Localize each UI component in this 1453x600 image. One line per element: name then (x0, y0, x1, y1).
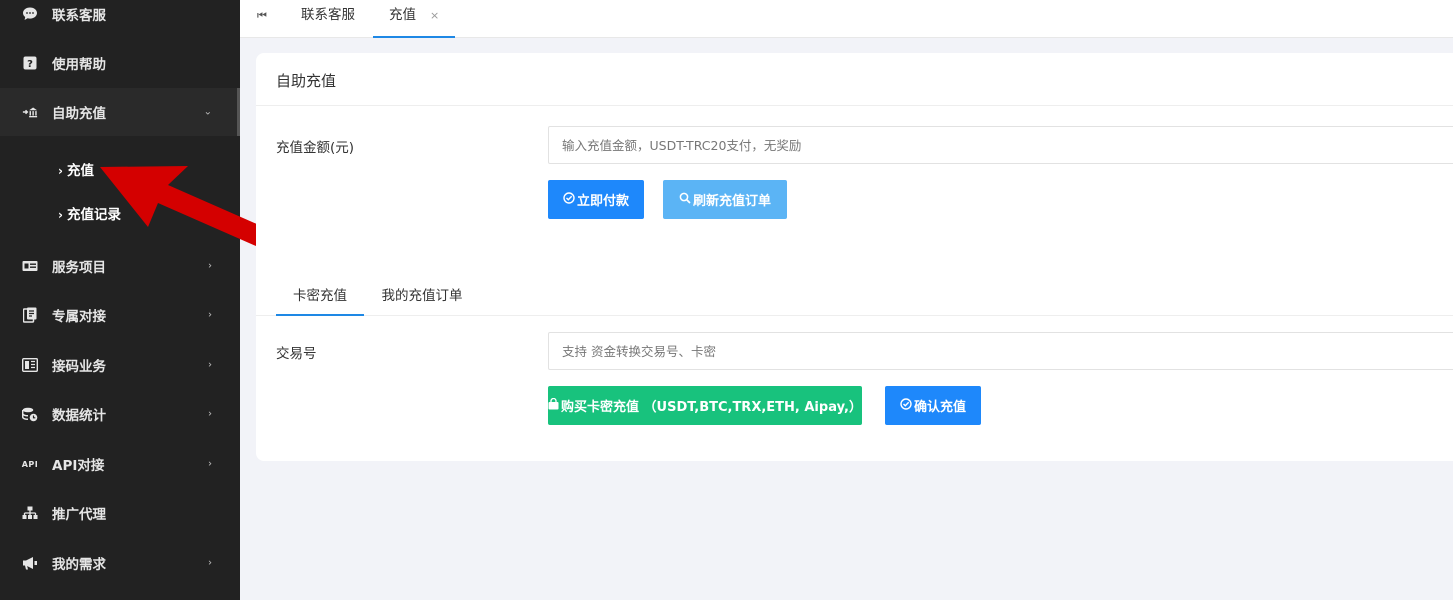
stats-icon (22, 406, 38, 422)
tab-scroll-left-icon[interactable]: ⏮ (257, 9, 267, 23)
shopping-bag-icon (548, 397, 559, 413)
transaction-input[interactable] (548, 332, 1453, 370)
sidebar-item-stats[interactable]: 数据统计 › (0, 390, 240, 438)
sidebar-item-recharge[interactable]: 自助充值 ⌄ (0, 88, 240, 136)
chevron-right-icon: › (208, 260, 212, 272)
sitemap-icon (22, 505, 38, 521)
sidebar-item-label: 我的需求 (52, 557, 106, 573)
sidebar-item-label: 数据统计 (52, 408, 106, 424)
sidebar-subitem-label: 充值记录 (66, 207, 121, 223)
tab-bar: ⏮ 联系客服 充值 × (240, 0, 1453, 38)
sidebar-item-label: 推广代理 (52, 507, 106, 523)
sidebar-item-code-business[interactable]: 接码业务 › (0, 341, 240, 389)
tab-my-orders[interactable]: 我的充值订单 (368, 281, 476, 316)
pay-now-button[interactable]: 立即付款 (548, 180, 644, 219)
check-circle-icon (563, 192, 575, 207)
check-circle-icon (900, 398, 912, 413)
refresh-orders-button[interactable]: 刷新充值订单 (663, 180, 787, 219)
code-icon (22, 357, 38, 373)
sidebar-item-label: 自助充值 (52, 106, 106, 122)
chevron-right-icon: › (58, 208, 63, 222)
sidebar-item-api[interactable]: API API对接 › (0, 440, 240, 488)
button-label: 购买卡密充值 （USDT,BTC,TRX,ETH, Aipay,） (561, 400, 862, 415)
chevron-down-icon: ⌄ (203, 106, 212, 118)
amount-label: 充值金额(元) (276, 140, 355, 156)
sidebar-item-label: 接码业务 (52, 359, 106, 375)
button-label: 立即付款 (576, 194, 629, 209)
sidebar-item-services[interactable]: 服务项目 › (0, 242, 240, 290)
service-icon (22, 258, 38, 274)
megaphone-icon (22, 555, 38, 571)
tab-label: 联系客服 (301, 7, 355, 23)
buy-card-button[interactable]: 购买卡密充值 （USDT,BTC,TRX,ETH, Aipay,） (548, 386, 862, 425)
tab-recharge[interactable]: 充值 × (373, 0, 456, 38)
chevron-right-icon: › (208, 557, 212, 569)
sidebar-item-contact[interactable]: 联系客服 (0, 0, 240, 38)
recharge-icon (22, 104, 38, 120)
recharge-card: 自助充值 充值金额(元) 立即付款 刷新充值订单 卡密充值 我的充值订单 交易号… (256, 53, 1453, 461)
search-icon (679, 192, 691, 207)
tab-card-recharge[interactable]: 卡密充值 (276, 281, 364, 316)
sidebar-subitem-label: 充值 (66, 163, 94, 179)
sidebar-item-label: API对接 (52, 458, 105, 474)
transaction-label: 交易号 (276, 346, 317, 362)
card-title: 自助充值 (276, 72, 337, 90)
sidebar-item-label: 使用帮助 (52, 57, 106, 73)
sidebar-subitem-recharge[interactable]: › 充值 (58, 159, 94, 179)
tab-label: 充值 (389, 7, 416, 23)
docking-icon (22, 307, 38, 323)
tab-contact[interactable]: 联系客服 (301, 0, 355, 38)
svg-text:?: ? (27, 59, 33, 70)
chevron-right-icon: › (208, 408, 212, 420)
close-icon[interactable]: × (430, 9, 439, 22)
sidebar-item-my-requests[interactable]: 我的需求 › (0, 539, 240, 587)
recharge-tabs: 卡密充值 我的充值订单 (256, 281, 1453, 316)
sidebar-item-label: 联系客服 (52, 8, 106, 24)
sidebar-item-label: 专属对接 (52, 309, 106, 325)
help-icon: ? (22, 55, 38, 71)
api-icon: API (21, 459, 39, 469)
sidebar-item-promotion[interactable]: 推广代理 (0, 489, 240, 537)
confirm-recharge-button[interactable]: 确认充值 (885, 386, 981, 425)
button-label: 刷新充值订单 (692, 194, 771, 209)
chevron-right-icon: › (208, 458, 212, 470)
chat-icon (22, 6, 38, 22)
sidebar-item-help[interactable]: ? 使用帮助 (0, 39, 240, 87)
amount-input[interactable] (548, 126, 1453, 164)
chevron-right-icon: › (208, 309, 212, 321)
sidebar-item-docking[interactable]: 专属对接 › (0, 291, 240, 339)
chevron-right-icon: › (58, 164, 63, 178)
chevron-right-icon: › (208, 359, 212, 371)
tab-label: 卡密充值 (293, 288, 347, 304)
button-label: 确认充值 (913, 400, 966, 415)
sidebar-subitem-recharge-history[interactable]: › 充值记录 (58, 203, 121, 223)
tab-label: 我的充值订单 (381, 288, 463, 304)
divider (256, 105, 1453, 106)
sidebar: 联系客服 ? 使用帮助 自助充值 ⌄ › 充值 › 充值记录 服务项目 › 专属对接… (0, 0, 240, 600)
sidebar-item-label: 服务项目 (52, 260, 106, 276)
